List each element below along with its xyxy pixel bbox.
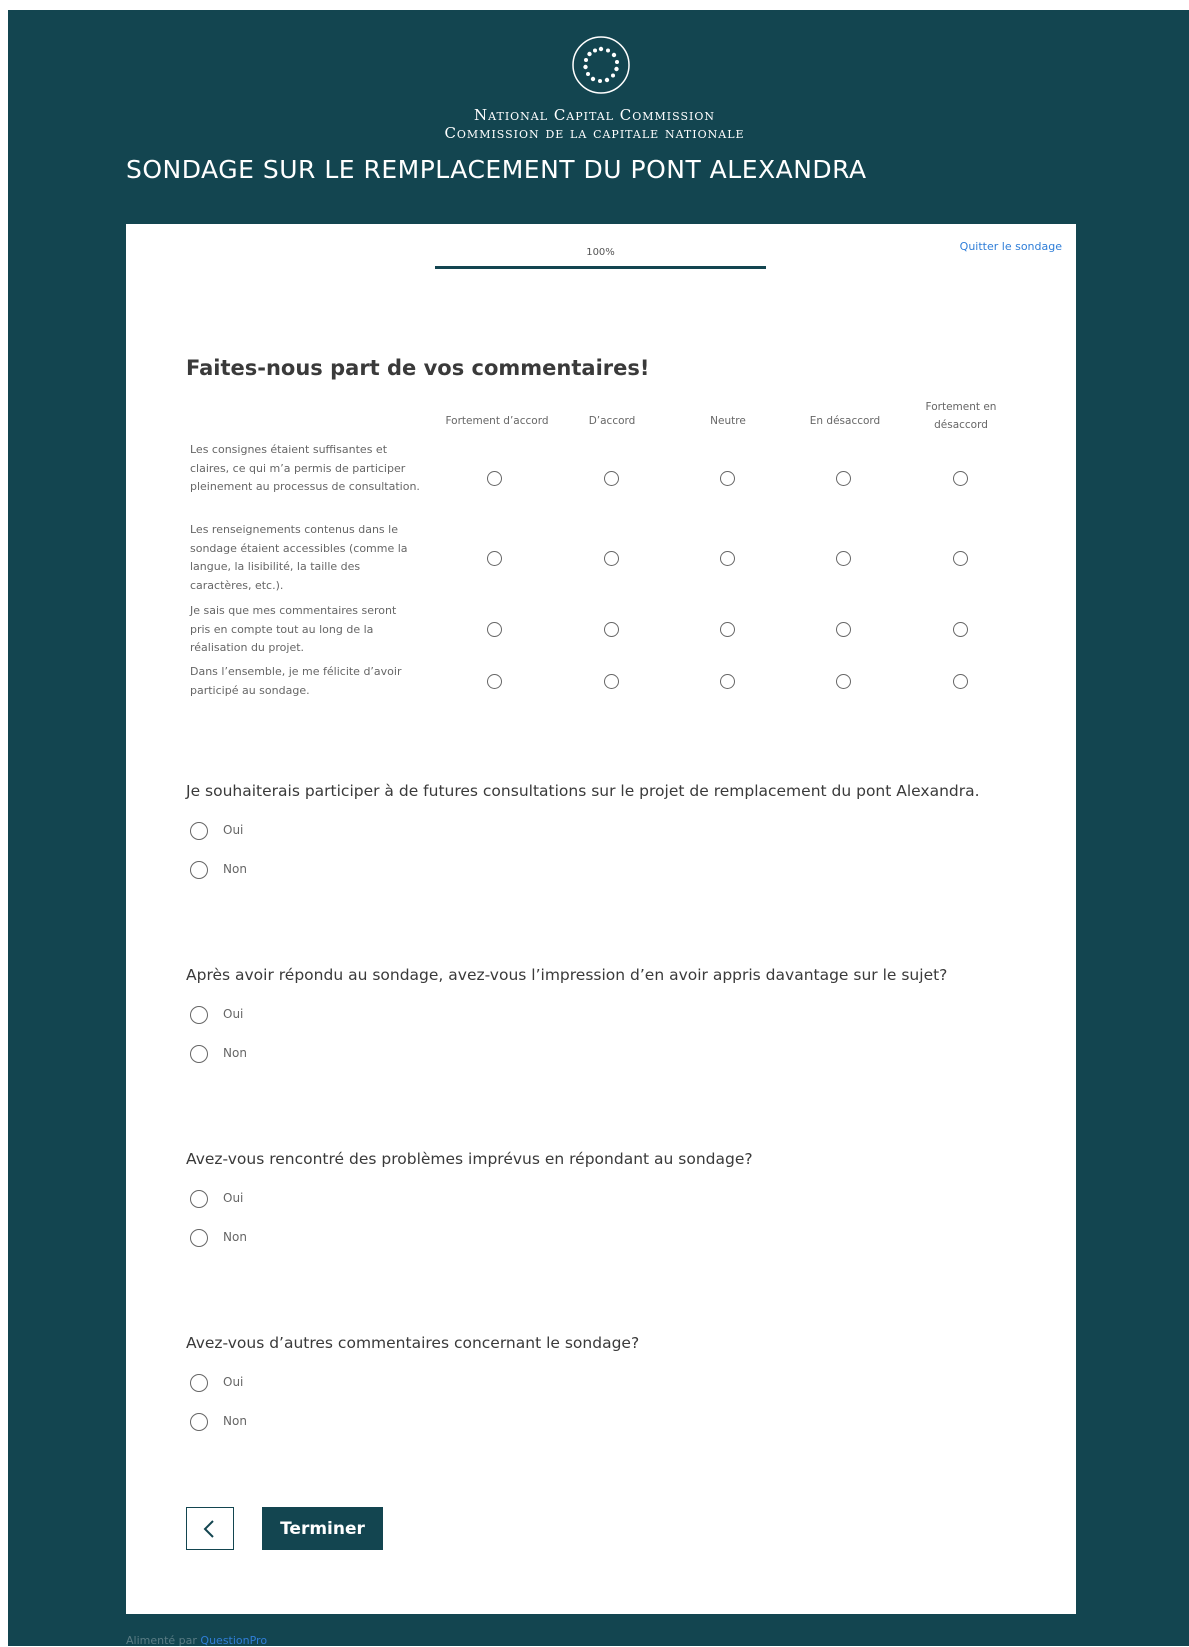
matrix-title: Faites-nous part de vos commentaires! <box>186 356 650 380</box>
matrix-radio[interactable] <box>604 674 619 689</box>
matrix-radio[interactable] <box>720 674 735 689</box>
option-label-oui-q3[interactable]: Oui <box>223 1191 243 1205</box>
radio-non-q1[interactable] <box>190 861 208 879</box>
option-label-non-q3[interactable]: Non <box>223 1230 247 1244</box>
question-title-4: Avez-vous d’autres commentaires concerna… <box>186 1334 640 1352</box>
matrix-radio[interactable] <box>604 551 619 566</box>
powered-by: Alimenté par QuestionPro <box>126 1634 267 1647</box>
ncc-ring-logo-icon <box>572 36 630 94</box>
questionpro-link[interactable]: QuestionPro <box>200 1634 267 1647</box>
matrix-radio[interactable] <box>487 471 502 486</box>
powered-by-prefix: Alimenté par <box>126 1634 201 1647</box>
column-header-neutral: Neutre <box>710 415 746 427</box>
option-label-non-q4[interactable]: Non <box>223 1414 247 1428</box>
matrix-radio[interactable] <box>836 551 851 566</box>
radio-oui-q1[interactable] <box>190 822 208 840</box>
matrix-radio[interactable] <box>953 551 968 566</box>
radio-oui-q4[interactable] <box>190 1374 208 1392</box>
back-button[interactable] <box>186 1507 234 1550</box>
finish-button[interactable]: Terminer <box>262 1507 383 1550</box>
matrix-radio[interactable] <box>836 674 851 689</box>
matrix-radio[interactable] <box>604 622 619 637</box>
quit-survey-link[interactable]: Quitter le sondage <box>960 240 1062 253</box>
matrix-row-label-3: Je sais que mes commentaires seront pris… <box>190 604 397 654</box>
matrix-radio[interactable] <box>836 471 851 486</box>
matrix-row-label-1: Les consignes étaient suffisantes et cla… <box>190 443 420 493</box>
matrix-row-label-2: Les renseignements contenus dans le sond… <box>190 523 408 592</box>
question-title-3: Avez-vous rencontré des problèmes imprév… <box>186 1150 753 1168</box>
question-title-2: Après avoir répondu au sondage, avez-vou… <box>186 966 948 984</box>
progress-label: 100% <box>586 247 615 258</box>
matrix-radio[interactable] <box>720 471 735 486</box>
radio-oui-q3[interactable] <box>190 1190 208 1208</box>
survey-title: SONDAGE SUR LE REMPLACEMENT DU PONT ALEX… <box>126 155 867 184</box>
option-label-non-q1[interactable]: Non <box>223 862 247 876</box>
question-title-1: Je souhaiterais participer à de futures … <box>186 782 980 800</box>
progress-fill <box>435 266 766 269</box>
column-header-strongly-disagree: Fortement en désaccord <box>925 401 997 431</box>
matrix-radio[interactable] <box>487 551 502 566</box>
option-label-non-q2[interactable]: Non <box>223 1046 247 1060</box>
matrix-radio[interactable] <box>953 471 968 486</box>
progress-bar <box>435 266 766 269</box>
radio-oui-q2[interactable] <box>190 1006 208 1024</box>
matrix-radio[interactable] <box>953 674 968 689</box>
radio-non-q4[interactable] <box>190 1413 208 1431</box>
matrix-row-label-4: Dans l’ensemble, je me félicite d’avoir … <box>190 665 402 697</box>
matrix-radio[interactable] <box>720 551 735 566</box>
option-label-oui-q2[interactable]: Oui <box>223 1007 243 1021</box>
chevron-left-icon <box>203 1520 214 1538</box>
matrix-radio[interactable] <box>487 674 502 689</box>
org-name-en: National Capital Commission <box>474 106 715 124</box>
radio-non-q2[interactable] <box>190 1045 208 1063</box>
column-header-strongly-agree: Fortement d’accord <box>445 415 549 427</box>
org-name-fr: Commission de la capitale nationale <box>444 124 745 142</box>
matrix-radio[interactable] <box>836 622 851 637</box>
matrix-radio[interactable] <box>604 471 619 486</box>
option-label-oui-q4[interactable]: Oui <box>223 1375 243 1389</box>
column-header-agree: D’accord <box>588 415 636 427</box>
matrix-radio[interactable] <box>487 622 502 637</box>
matrix-radio[interactable] <box>953 622 968 637</box>
option-label-oui-q1[interactable]: Oui <box>223 823 243 837</box>
radio-non-q3[interactable] <box>190 1229 208 1247</box>
matrix-radio[interactable] <box>720 622 735 637</box>
column-header-disagree: En désaccord <box>809 415 881 427</box>
